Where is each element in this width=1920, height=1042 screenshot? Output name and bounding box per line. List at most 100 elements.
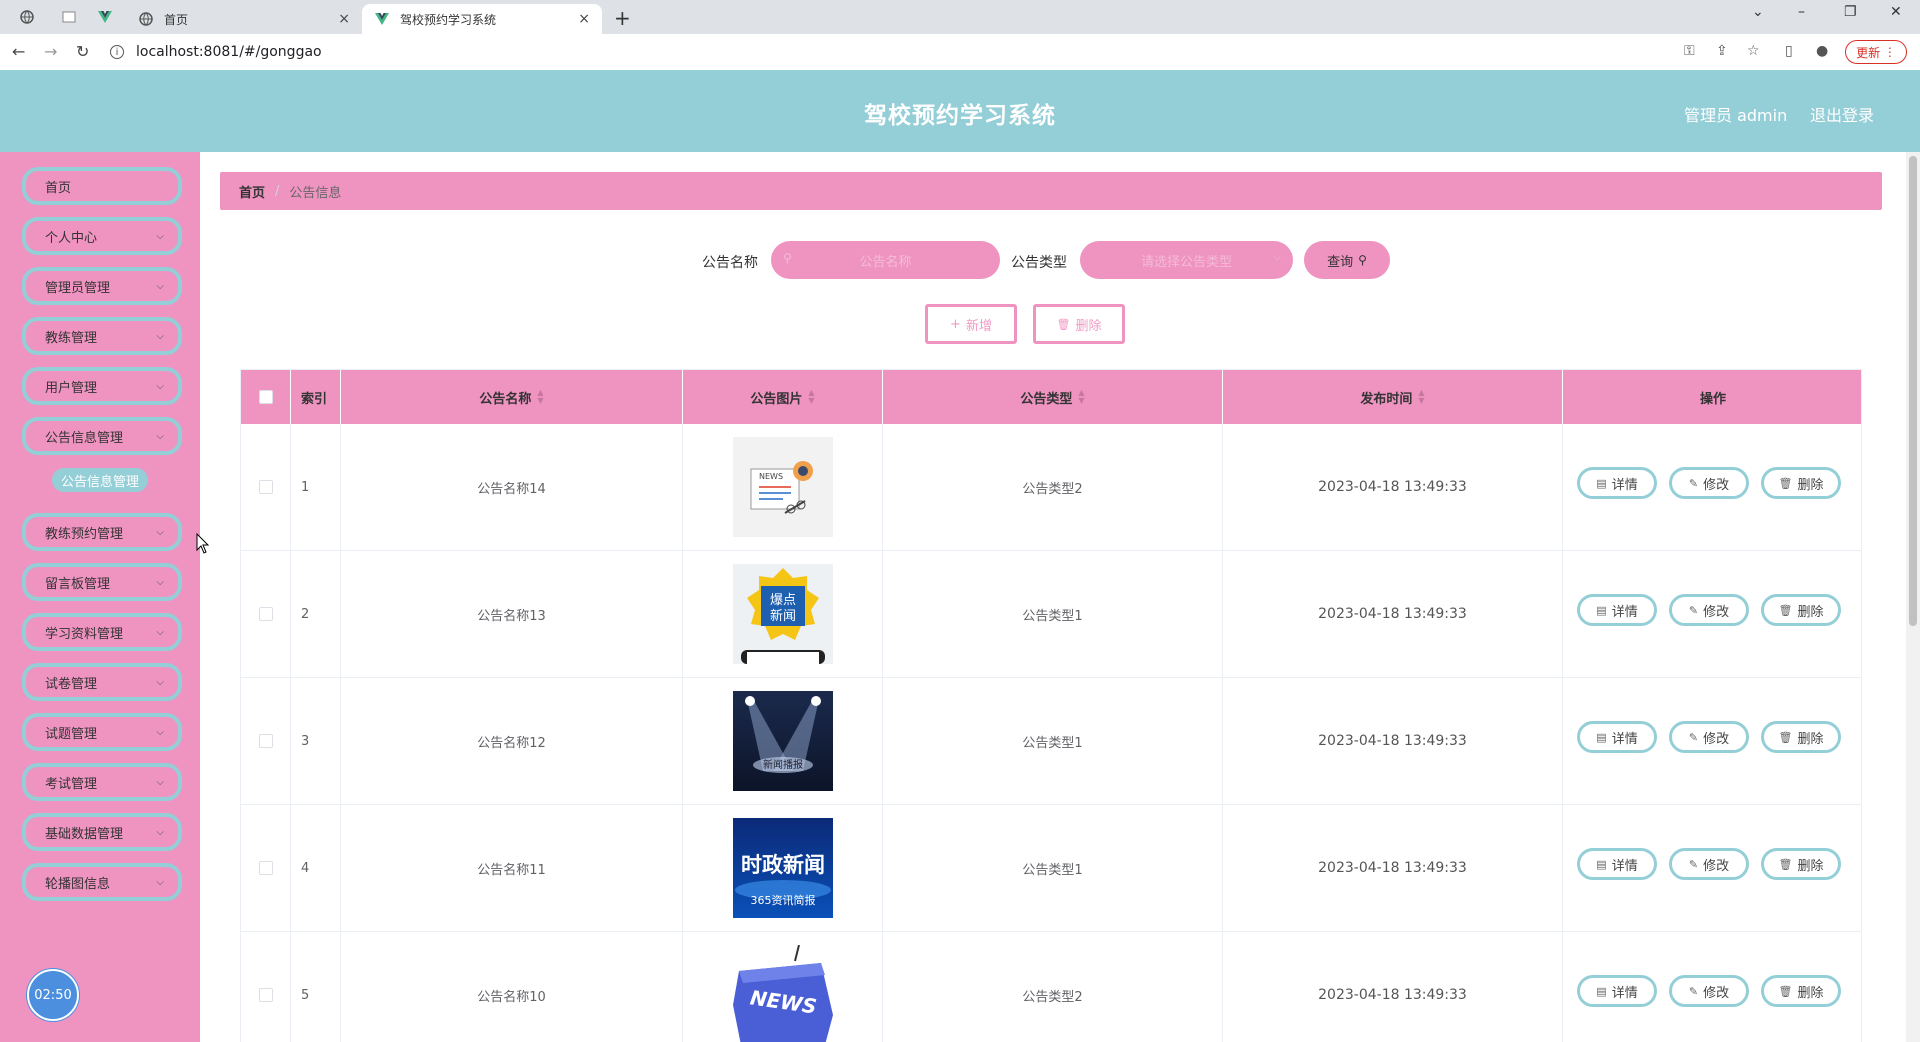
- minimize-icon[interactable]: –: [1798, 4, 1805, 20]
- detail-button[interactable]: ▤ 详情: [1577, 721, 1657, 753]
- edit-button[interactable]: ✎ 修改: [1669, 848, 1749, 880]
- sidebar-item-coach-booking[interactable]: 教练预约管理 ⌵: [22, 513, 182, 551]
- sidebar-item-exams[interactable]: 考试管理 ⌵: [22, 763, 182, 801]
- sidebar-item-user-management[interactable]: 用户管理 ⌵: [22, 367, 182, 405]
- name-cell: 公告名称14: [341, 424, 683, 550]
- detail-button[interactable]: ▤ 详情: [1577, 467, 1657, 499]
- vue-logo-icon[interactable]: [94, 7, 116, 27]
- sidebar-item-study-materials[interactable]: 学习资料管理 ⌵: [22, 613, 182, 651]
- tab-driving-school[interactable]: 驾校预约学习系统 ×: [362, 4, 602, 34]
- sidebar-item-message-board[interactable]: 留言板管理 ⌵: [22, 563, 182, 601]
- delete-button[interactable]: 🗑 删除: [1761, 594, 1841, 626]
- column-header-type[interactable]: 公告类型 ▲ ▼: [883, 370, 1223, 424]
- globe-icon[interactable]: [16, 7, 38, 27]
- notice-image-news-key[interactable]: NEWS: [732, 945, 833, 1042]
- type-cell: 公告类型2: [883, 932, 1223, 1042]
- detail-label: 详情: [1611, 477, 1638, 493]
- close-icon[interactable]: ×: [338, 11, 350, 27]
- new-tab-button[interactable]: +: [614, 6, 631, 30]
- url-field[interactable]: i localhost:8081/#/gonggao: [110, 39, 1680, 65]
- edit-button[interactable]: ✎ 修改: [1669, 594, 1749, 626]
- column-header-image[interactable]: 公告图片 ▲ ▼: [683, 370, 883, 424]
- row-checkbox[interactable]: [258, 734, 273, 748]
- sidebar-item-carousel[interactable]: 轮播图信息 ⌵: [22, 863, 182, 901]
- notice-name-input[interactable]: ⚲ 公告名称: [771, 241, 1000, 279]
- sidebar-item-exam-papers[interactable]: 试卷管理 ⌵: [22, 663, 182, 701]
- delete-button[interactable]: 🗑 删除: [1761, 975, 1841, 1007]
- forward-icon[interactable]: →: [44, 42, 57, 61]
- sidebar-item-personal-center[interactable]: 个人中心 ⌵: [22, 217, 182, 255]
- tab-search-icon[interactable]: ⌄: [1752, 4, 1764, 20]
- row-checkbox[interactable]: [258, 480, 273, 494]
- page-scrollbar-thumb[interactable]: [1909, 156, 1917, 626]
- notice-image-spotlight-stage[interactable]: 新闻播报: [732, 691, 833, 791]
- notice-type-select[interactable]: 请选择公告类型 ⌵: [1080, 241, 1293, 279]
- select-all-checkbox[interactable]: [258, 390, 273, 404]
- current-user-label: 管理员 admin: [1684, 106, 1788, 125]
- back-icon[interactable]: ←: [12, 42, 25, 61]
- detail-button[interactable]: ▤ 详情: [1577, 848, 1657, 880]
- sort-icon[interactable]: ▲ ▼: [1418, 389, 1424, 405]
- column-header-time[interactable]: 发布时间 ▲ ▼: [1223, 370, 1563, 424]
- delete-button[interactable]: 🗑 删除: [1761, 467, 1841, 499]
- index-cell: 1: [291, 424, 341, 550]
- sidebar-subitem-notice-management[interactable]: 公告信息管理: [52, 468, 148, 492]
- batch-delete-button[interactable]: 🗑 删除: [1033, 304, 1125, 344]
- delete-button[interactable]: 🗑 删除: [1761, 848, 1841, 880]
- timer-badge[interactable]: 02:50: [27, 969, 79, 1021]
- notice-image-hot-news-phone[interactable]: 爆点 新闻: [732, 564, 833, 664]
- row-checkbox[interactable]: [258, 607, 273, 621]
- sidepanel-icon[interactable]: ▯: [1785, 43, 1793, 59]
- chevron-down-icon: ⌵: [156, 776, 164, 788]
- politics-news-subtitle: 365资讯简报: [750, 893, 815, 907]
- detail-button[interactable]: ▤ 详情: [1577, 975, 1657, 1007]
- page-icon[interactable]: [58, 7, 80, 27]
- trash-icon: 🗑: [1778, 603, 1793, 617]
- restore-icon[interactable]: ❐: [1844, 4, 1857, 20]
- key-icon[interactable]: ⚿: [1684, 43, 1695, 59]
- browser-update-button[interactable]: 更新 ⋮: [1845, 40, 1907, 64]
- sidebar-item-home[interactable]: 首页: [22, 167, 182, 205]
- sidebar-item-coach-management[interactable]: 教练管理 ⌵: [22, 317, 182, 355]
- sort-icon[interactable]: ▲ ▼: [537, 389, 543, 405]
- star-icon[interactable]: ☆: [1747, 43, 1760, 59]
- actions-cell: ▤ 详情 ✎ 修改 🗑 删除: [1563, 678, 1861, 804]
- notice-image-news-illustration[interactable]: NEWS: [732, 437, 833, 537]
- pencil-icon: ✎: [1688, 603, 1699, 617]
- document-icon: ▤: [1596, 984, 1607, 998]
- table-header: 索引 公告名称 ▲ ▼ 公告图片 ▲ ▼ 公告类型 ▲ ▼ 发布时间 ▲ ▼ 操作: [241, 370, 1861, 424]
- delete-button[interactable]: 🗑 删除: [1761, 721, 1841, 753]
- column-header-name[interactable]: 公告名称 ▲ ▼: [341, 370, 683, 424]
- table-row: 1 公告名称14 NEWS 公告类型2 2023-04-18 13:49:33 …: [241, 424, 1861, 551]
- add-button[interactable]: + 新增: [925, 304, 1017, 344]
- profile-icon[interactable]: ●: [1816, 43, 1828, 59]
- sort-icon[interactable]: ▲ ▼: [808, 389, 814, 405]
- sidebar-item-notice-management[interactable]: 公告信息管理 ⌵: [22, 417, 182, 455]
- share-icon[interactable]: ⇪: [1716, 43, 1728, 59]
- breadcrumb-home[interactable]: 首页: [239, 182, 265, 201]
- sidebar-item-admin-management[interactable]: 管理员管理 ⌵: [22, 267, 182, 305]
- sidebar-item-questions[interactable]: 试题管理 ⌵: [22, 713, 182, 751]
- edit-button[interactable]: ✎ 修改: [1669, 975, 1749, 1007]
- sidebar: 首页 个人中心 ⌵ 管理员管理 ⌵ 教练管理 ⌵ 用户管理 ⌵ 公告信息管理 ⌵…: [0, 152, 200, 1042]
- breadcrumb: 首页 / 公告信息: [220, 172, 1882, 210]
- row-checkbox[interactable]: [258, 988, 273, 1002]
- news-text: NEWS: [759, 472, 783, 481]
- detail-button[interactable]: ▤ 详情: [1577, 594, 1657, 626]
- actions-cell: ▤ 详情 ✎ 修改 🗑 删除: [1563, 551, 1861, 677]
- table-row: 5 公告名称10 NEWS 公告类型2 2023-04-18 13:49:33 …: [241, 932, 1861, 1042]
- notice-image-politics-news-banner[interactable]: 时政新闻 365资讯简报: [732, 818, 833, 918]
- sidebar-item-basic-data[interactable]: 基础数据管理 ⌵: [22, 813, 182, 851]
- close-icon[interactable]: ×: [578, 11, 590, 27]
- row-checkbox[interactable]: [258, 861, 273, 875]
- info-icon[interactable]: i: [110, 45, 124, 59]
- logout-button[interactable]: 退出登录: [1810, 102, 1874, 126]
- edit-button[interactable]: ✎ 修改: [1669, 467, 1749, 499]
- query-button[interactable]: 查询 ⚲: [1304, 241, 1390, 279]
- tab-home[interactable]: 首页 ×: [126, 4, 362, 34]
- reload-icon[interactable]: ↻: [76, 42, 89, 61]
- edit-button[interactable]: ✎ 修改: [1669, 721, 1749, 753]
- window-close-icon[interactable]: ✕: [1890, 4, 1902, 20]
- chevron-down-icon: ⌵: [156, 380, 164, 392]
- sort-icon[interactable]: ▲ ▼: [1078, 389, 1084, 405]
